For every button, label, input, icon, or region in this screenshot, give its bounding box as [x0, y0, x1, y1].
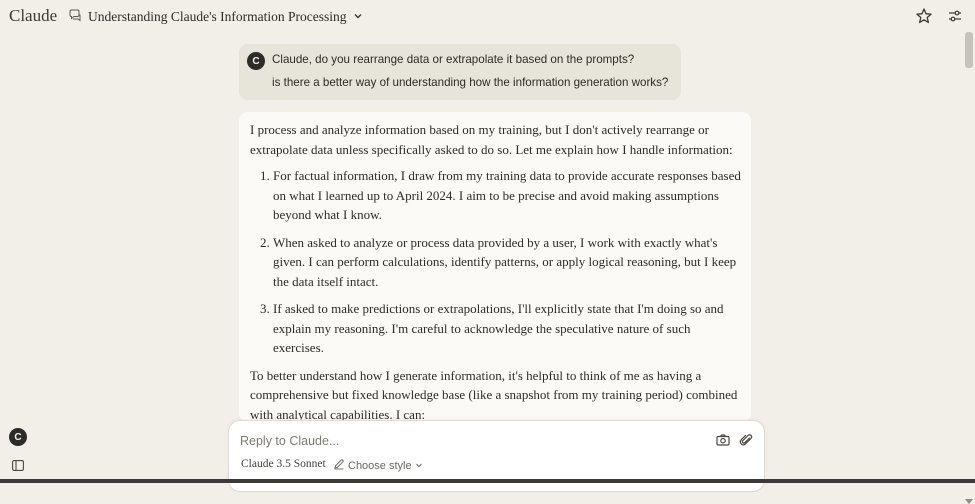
user-message-line: is there a better way of understanding h… [272, 76, 669, 89]
chat-title: Understanding Claude's Information Proce… [88, 9, 347, 24]
scrollbar-thumb[interactable] [965, 32, 973, 68]
response-list-item: When asked to analyze or process data pr… [273, 233, 742, 292]
brand-logo[interactable]: Claude [9, 6, 57, 26]
chat-title-menu[interactable]: Understanding Claude's Information Proce… [68, 7, 363, 27]
top-bar: Claude Understanding Claude's Informatio… [0, 0, 975, 34]
model-selector[interactable]: Claude 3.5 Sonnet [241, 458, 326, 470]
style-selector[interactable]: Choose style [333, 458, 423, 473]
style-label: Choose style [348, 459, 412, 472]
scroll-down-arrow-icon[interactable] [965, 499, 973, 504]
response-intro: I process and analyze information based … [250, 122, 733, 157]
assistant-response: I process and analyze information based … [239, 112, 751, 422]
user-message: C Claude, do you rearrange data or extra… [239, 44, 681, 100]
sidebar-user-avatar[interactable]: C [9, 428, 27, 446]
sidebar-toggle-icon[interactable] [12, 458, 24, 471]
response-list-item: If asked to make predictions or extrapol… [273, 299, 742, 358]
paperclip-icon[interactable] [738, 432, 754, 448]
pen-icon [333, 458, 345, 473]
model-name: Claude 3.5 Sonnet [241, 458, 326, 470]
response-outro: To better understand how I generate info… [250, 367, 738, 422]
chevron-down-icon [415, 460, 423, 472]
camera-icon[interactable] [715, 432, 731, 448]
response-list-item: For factual information, I draw from my … [273, 166, 742, 225]
response-list: For factual information, I draw from my … [250, 166, 742, 358]
user-avatar: C [247, 52, 265, 70]
sliders-icon[interactable] [946, 7, 964, 25]
reply-input[interactable] [240, 431, 660, 451]
chevron-down-icon [353, 8, 363, 26]
user-message-line: Claude, do you rearrange data or extrapo… [272, 53, 635, 66]
scrollbar[interactable] [961, 28, 975, 504]
window-bottom-edge [0, 479, 975, 483]
chat-bubble-icon [68, 8, 82, 27]
star-icon[interactable] [915, 7, 933, 25]
